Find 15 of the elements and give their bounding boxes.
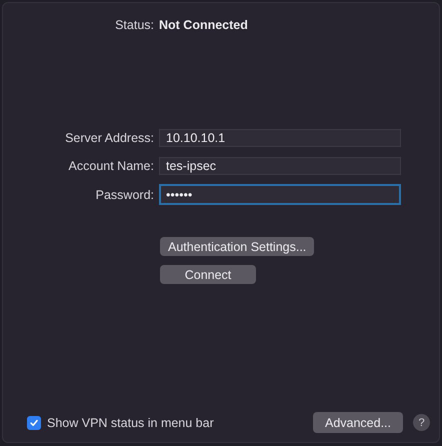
checkbox[interactable] (27, 416, 41, 430)
connect-button[interactable]: Connect (160, 265, 256, 284)
status-value: Not Connected (159, 18, 249, 32)
checkbox-label: Show VPN status in menu bar (47, 416, 214, 430)
status-label: Status: (115, 18, 154, 32)
input-field[interactable]: tes-ipsec (159, 156, 401, 174)
help-button[interactable]: ? (413, 414, 430, 431)
checkmark-icon (29, 418, 39, 428)
field-label: Server Address: (65, 130, 154, 144)
authentication-settings-button[interactable]: Authentication Settings... (160, 237, 314, 256)
field-label: Account Name: (68, 158, 154, 172)
input-field[interactable]: 10.10.10.1 (159, 128, 401, 146)
advanced-button[interactable]: Advanced... (313, 412, 403, 433)
field-label: Password: (96, 188, 154, 202)
input-field[interactable]: •••••• (159, 184, 401, 205)
